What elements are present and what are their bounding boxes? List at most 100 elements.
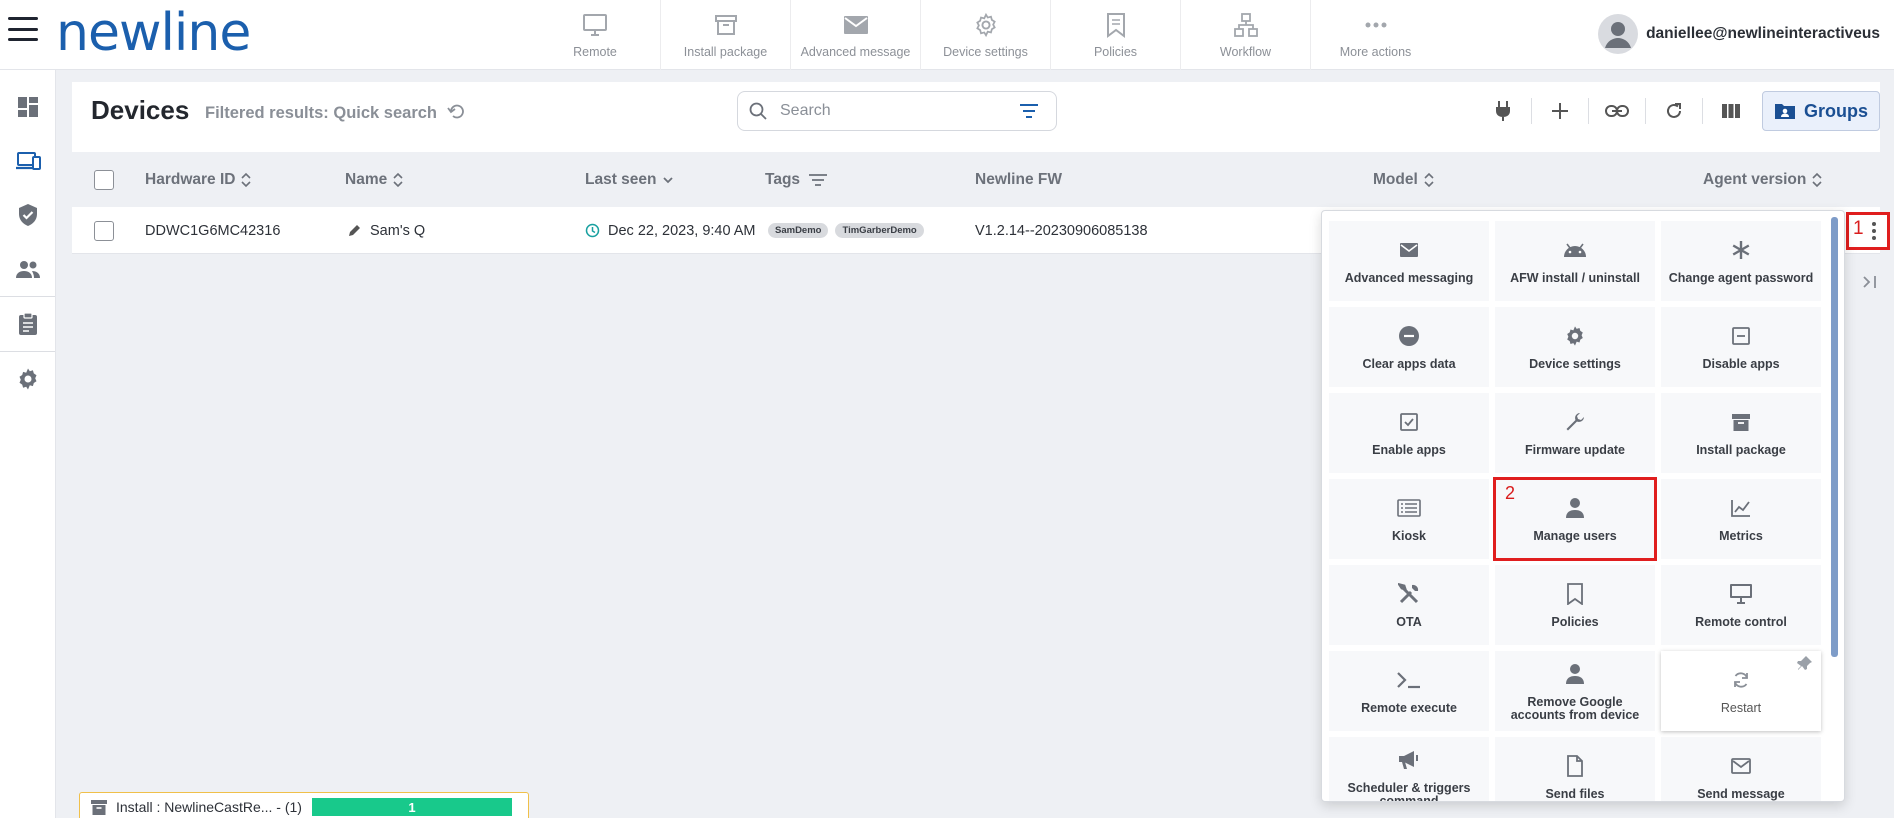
- tag-badge[interactable]: TimGarberDemo: [835, 223, 924, 238]
- column-label: Name: [345, 170, 388, 188]
- action-send-files[interactable]: Send files: [1495, 737, 1655, 801]
- minus-square-icon: [1728, 323, 1754, 349]
- user-menu[interactable]: daniellee@newlineinteractiveus: [1598, 14, 1880, 54]
- filter-icon[interactable]: [1018, 100, 1040, 122]
- remote-action-button[interactable]: Remote: [530, 0, 660, 70]
- gear-icon: [16, 367, 40, 391]
- action-remote-execute[interactable]: Remote execute: [1329, 651, 1489, 731]
- action-change-agent-password[interactable]: Change agent password: [1661, 221, 1821, 301]
- action-restart[interactable]: Restart: [1661, 651, 1821, 731]
- user-icon: [1562, 495, 1588, 521]
- column-tags[interactable]: Tags: [765, 152, 828, 207]
- columns-icon[interactable]: [1715, 95, 1747, 127]
- action-label: Metrics: [1719, 529, 1763, 543]
- action-disable-apps[interactable]: Disable apps: [1661, 307, 1821, 387]
- sidebar-item-dashboard[interactable]: [0, 80, 56, 134]
- sidebar-item-users[interactable]: [0, 242, 56, 296]
- name-cell[interactable]: Sam's Q: [347, 207, 425, 254]
- toast-count: - (1): [276, 799, 302, 815]
- link-icon[interactable]: [1601, 95, 1633, 127]
- action-afw-install-uninstall[interactable]: AFW install / uninstall: [1495, 221, 1655, 301]
- device-settings-action-button[interactable]: Device settings: [920, 0, 1050, 70]
- megaphone-icon: [1396, 747, 1422, 773]
- row-checkbox[interactable]: [94, 220, 114, 241]
- annotation-number-2: 2: [1505, 483, 1516, 503]
- vertical-ellipsis-icon: [1872, 222, 1876, 240]
- action-ota[interactable]: OTA: [1329, 565, 1489, 645]
- groups-button[interactable]: Groups: [1762, 91, 1880, 131]
- action-clear-apps-data[interactable]: Clear apps data: [1329, 307, 1489, 387]
- sidebar-item-reports[interactable]: [0, 297, 56, 351]
- action-kiosk[interactable]: Kiosk: [1329, 479, 1489, 559]
- action-policies[interactable]: Policies: [1495, 565, 1655, 645]
- asterisk-icon: [1728, 237, 1754, 263]
- action-firmware-update[interactable]: Firmware update: [1495, 393, 1655, 473]
- action-send-message[interactable]: Send message: [1661, 737, 1821, 801]
- action-manage-users[interactable]: 2 Manage users: [1493, 477, 1657, 561]
- newline-logo[interactable]: newline: [56, 0, 251, 66]
- progress-value: 1: [408, 799, 416, 815]
- last-seen-cell: Dec 22, 2023, 9:40 AM: [585, 207, 756, 254]
- policies-action-label: Policies: [1093, 45, 1138, 59]
- refresh-icon[interactable]: [1658, 95, 1690, 127]
- tag-badge[interactable]: SamDemo: [768, 223, 829, 238]
- folder-user-icon: [1774, 102, 1796, 120]
- action-remote-control[interactable]: Remote control: [1661, 565, 1821, 645]
- column-hardware-id[interactable]: Hardware ID: [145, 152, 252, 207]
- more-actions-button[interactable]: More actions: [1310, 0, 1440, 70]
- tags-cell: SamDemo TimGarberDemo: [768, 207, 931, 254]
- pin-icon[interactable]: [1797, 655, 1813, 671]
- action-enable-apps[interactable]: Enable apps: [1329, 393, 1489, 473]
- devices-header: Devices Filtered results: Quick search S…: [72, 82, 1880, 140]
- action-label: Policies: [1551, 615, 1599, 629]
- action-scheduler-triggers[interactable]: Scheduler & triggers command: [1329, 737, 1489, 802]
- sidebar-item-settings[interactable]: [0, 352, 56, 406]
- hamburger-menu-icon[interactable]: [8, 14, 38, 44]
- envelope-icon: [842, 11, 870, 39]
- hardware-id-cell[interactable]: DDWC1G6MC42316: [145, 207, 280, 254]
- column-model[interactable]: Model: [1373, 152, 1435, 207]
- action-metrics[interactable]: Metrics: [1661, 479, 1821, 559]
- pencil-icon[interactable]: [347, 223, 362, 238]
- sort-icon: [1812, 172, 1822, 187]
- search-box: [737, 91, 1057, 131]
- sidebar-item-devices[interactable]: [0, 134, 56, 188]
- action-label: Device settings: [1529, 357, 1621, 371]
- top-bar: newline Remote Install package Advanced …: [0, 0, 1894, 70]
- gear-icon: [1562, 323, 1588, 349]
- search-input[interactable]: [780, 102, 1010, 120]
- filter-icon: [809, 173, 828, 186]
- undo-icon[interactable]: [447, 103, 465, 121]
- sidebar-item-security[interactable]: [0, 188, 56, 242]
- select-all-checkbox[interactable]: [94, 169, 114, 190]
- action-label: Scheduler & triggers command: [1347, 780, 1471, 802]
- column-last-seen[interactable]: Last seen: [585, 152, 674, 207]
- collapse-panel-icon[interactable]: [1860, 272, 1880, 292]
- action-install-package[interactable]: Install package: [1661, 393, 1821, 473]
- wrench-icon: [1562, 409, 1588, 435]
- action-advanced-messaging[interactable]: Advanced messaging: [1329, 221, 1489, 301]
- android-icon: [1562, 237, 1588, 263]
- devices-icon: [15, 150, 41, 172]
- action-remove-google-accounts[interactable]: Remove Google accounts from device: [1495, 651, 1655, 731]
- file-icon: [1562, 753, 1588, 779]
- column-name[interactable]: Name: [345, 152, 404, 207]
- filter-status: Filtered results: Quick search: [205, 104, 438, 122]
- install-package-action-button[interactable]: Install package: [660, 0, 790, 70]
- add-icon[interactable]: [1544, 95, 1576, 127]
- plug-icon[interactable]: [1487, 95, 1519, 127]
- monitor-icon: [1728, 581, 1754, 607]
- menu-scrollbar[interactable]: [1831, 217, 1838, 657]
- policies-action-button[interactable]: Policies: [1050, 0, 1180, 70]
- table-header: Hardware ID Name Last seen Tags Newline …: [72, 152, 1880, 207]
- dashboard-icon: [17, 96, 39, 118]
- toolbar-divider: [1588, 98, 1589, 124]
- column-agent-version[interactable]: Agent version: [1703, 152, 1823, 207]
- advanced-message-action-button[interactable]: Advanced message: [790, 0, 920, 70]
- bookmark-icon: [1102, 11, 1130, 39]
- column-newline-fw: Newline FW: [975, 152, 1062, 207]
- device-name: Sam's Q: [370, 222, 426, 239]
- install-progress-toast[interactable]: Install : NewlineCastRe... - (1) 1: [79, 792, 529, 818]
- workflow-action-button[interactable]: Workflow: [1180, 0, 1310, 70]
- action-device-settings[interactable]: Device settings: [1495, 307, 1655, 387]
